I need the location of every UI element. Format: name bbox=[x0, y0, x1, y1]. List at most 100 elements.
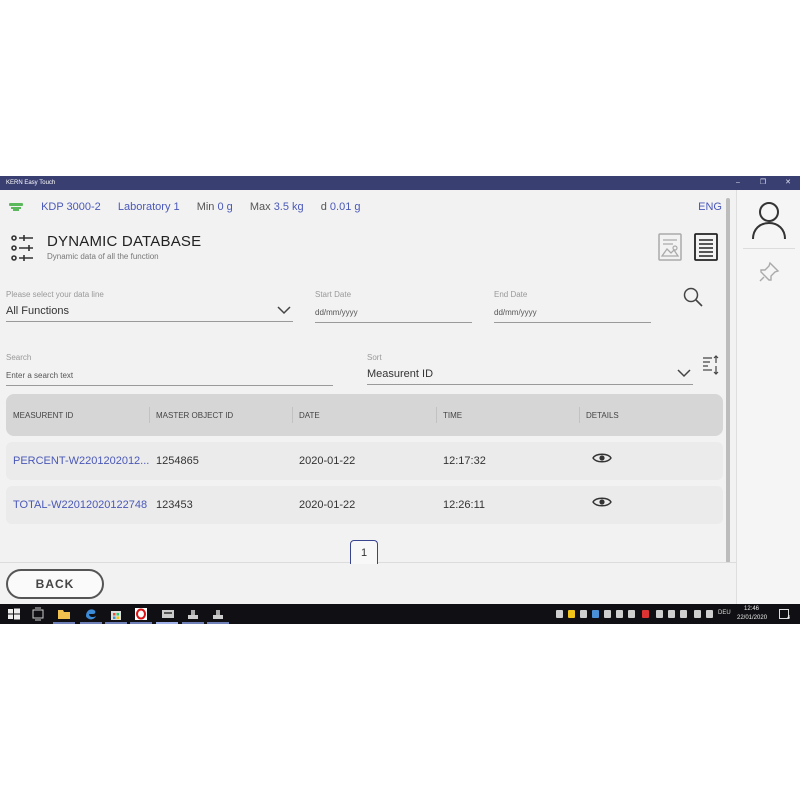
opera-icon[interactable] bbox=[134, 607, 148, 621]
device-name: KDP 3000-2 bbox=[41, 201, 101, 213]
right-side-panel bbox=[736, 190, 800, 604]
row-date: 2020-01-22 bbox=[299, 499, 356, 511]
taskbar-active-indicator bbox=[80, 622, 102, 624]
data-line-label: Please select your data line bbox=[6, 290, 104, 299]
taskbar-active-indicator bbox=[182, 622, 204, 624]
vertical-scrollbar[interactable] bbox=[726, 198, 730, 564]
taskbar-active-indicator bbox=[105, 622, 127, 624]
chart-view-icon[interactable] bbox=[658, 233, 682, 261]
title-bar: KERN Easy Touch – ❐ ✕ bbox=[0, 176, 800, 190]
sort-value: Measurent ID bbox=[367, 368, 434, 380]
column-header-master-object-id[interactable]: MASTER OBJECT ID bbox=[149, 394, 292, 436]
end-date-input[interactable]: dd/mm/yyyy bbox=[494, 308, 651, 323]
clock-time[interactable]: 12:46 bbox=[744, 606, 759, 612]
back-button[interactable]: BACK bbox=[6, 569, 104, 599]
master-object-id: 1254865 bbox=[156, 455, 199, 467]
taskbar-active-indicator bbox=[156, 622, 178, 624]
table-row[interactable]: PERCENT-W2201202012... 1254865 2020-01-2… bbox=[6, 442, 723, 480]
task-view-icon[interactable] bbox=[31, 607, 45, 621]
tray-icon[interactable] bbox=[628, 610, 635, 618]
page-header: DYNAMIC DATABASE Dynamic data of all the… bbox=[0, 224, 736, 274]
minimize-button[interactable]: – bbox=[727, 176, 749, 190]
clock-date[interactable]: 22/01/2020 bbox=[737, 615, 767, 621]
file-explorer-icon[interactable] bbox=[57, 607, 71, 621]
column-header-date[interactable]: DATE bbox=[292, 394, 436, 436]
pin-icon[interactable] bbox=[757, 260, 781, 284]
speaker-icon[interactable] bbox=[706, 610, 713, 618]
tray-icon[interactable] bbox=[604, 610, 611, 618]
start-date-field[interactable]: Start Date dd/mm/yyyy bbox=[315, 290, 472, 323]
scale-app-icon[interactable] bbox=[211, 607, 225, 621]
app-window: KERN Easy Touch – ❐ ✕ KDP 3000-2 Laborat… bbox=[0, 176, 800, 604]
taskbar-active-indicator bbox=[130, 622, 152, 624]
min-label: Min bbox=[196, 201, 215, 213]
database-icon bbox=[11, 235, 33, 261]
min-value: 0 g bbox=[217, 201, 233, 213]
close-button[interactable]: ✕ bbox=[777, 176, 799, 190]
max-label: Max bbox=[249, 201, 271, 213]
volume-icon[interactable] bbox=[694, 610, 701, 618]
search-field[interactable]: Search Enter a search text bbox=[6, 353, 333, 386]
end-date-field[interactable]: End Date dd/mm/yyyy bbox=[494, 290, 651, 323]
eye-icon[interactable] bbox=[592, 452, 612, 464]
page-1-button[interactable]: 1 bbox=[350, 540, 378, 564]
measurement-id-link[interactable]: TOTAL-W22012020122748 bbox=[6, 486, 149, 524]
page-subtitle: Dynamic data of all the function bbox=[47, 252, 159, 261]
start-date-label: Start Date bbox=[315, 290, 352, 299]
store-icon[interactable] bbox=[109, 607, 123, 621]
scale-app-icon[interactable] bbox=[186, 607, 200, 621]
sort-order-icon[interactable] bbox=[702, 354, 720, 376]
edge-browser-icon[interactable] bbox=[84, 607, 98, 621]
page-title: DYNAMIC DATABASE bbox=[47, 233, 202, 250]
max-value: 3.5 kg bbox=[273, 201, 304, 213]
windows-taskbar: DEU 12:46 22/01/2020 4 bbox=[0, 604, 800, 624]
language-selector[interactable]: ENG bbox=[698, 190, 722, 224]
tray-icon[interactable] bbox=[568, 610, 575, 618]
tray-icon[interactable] bbox=[592, 610, 599, 618]
row-time: 12:26:11 bbox=[443, 499, 486, 511]
d-value: 0.01 g bbox=[329, 201, 361, 213]
column-header-details: DETAILS bbox=[579, 394, 723, 436]
row-time: 12:17:32 bbox=[443, 455, 486, 467]
chevron-down-icon bbox=[677, 369, 691, 378]
column-header-measurement-id[interactable]: MEASURENT ID bbox=[6, 394, 149, 436]
search-icon[interactable] bbox=[682, 286, 704, 308]
panel-divider bbox=[743, 248, 795, 249]
windows-start-icon[interactable] bbox=[7, 607, 21, 621]
notification-icon[interactable]: 4 bbox=[779, 609, 790, 621]
data-line-select[interactable]: Please select your data line All Functio… bbox=[6, 290, 293, 322]
tray-icon[interactable] bbox=[580, 610, 587, 618]
tray-icon[interactable] bbox=[668, 610, 675, 618]
footer-bar bbox=[0, 562, 736, 604]
keyboard-language[interactable]: DEU bbox=[718, 610, 731, 616]
d-label: d bbox=[320, 201, 327, 213]
data-line-value: All Functions bbox=[6, 305, 69, 317]
master-object-id: 123453 bbox=[156, 499, 193, 511]
table-header: MEASURENT ID MASTER OBJECT ID DATE TIME … bbox=[6, 394, 723, 436]
column-header-time[interactable]: TIME bbox=[436, 394, 579, 436]
table-row[interactable]: TOTAL-W22012020122748 123453 2020-01-22 … bbox=[6, 486, 723, 524]
measurement-table: MEASURENT ID MASTER OBJECT ID DATE TIME … bbox=[6, 394, 723, 524]
balance-icon bbox=[8, 201, 27, 213]
start-date-input[interactable]: dd/mm/yyyy bbox=[315, 308, 472, 323]
row-date: 2020-01-22 bbox=[299, 455, 356, 467]
list-view-icon[interactable] bbox=[694, 233, 718, 261]
notification-count: 4 bbox=[787, 615, 790, 621]
wifi-icon[interactable] bbox=[680, 610, 687, 618]
sort-select[interactable]: Sort Measurent ID bbox=[367, 353, 693, 385]
eye-icon[interactable] bbox=[592, 496, 612, 508]
tray-icon[interactable] bbox=[556, 610, 563, 618]
user-icon[interactable] bbox=[751, 200, 787, 240]
search-input[interactable]: Enter a search text bbox=[6, 371, 333, 386]
measurement-id-link[interactable]: PERCENT-W2201202012... bbox=[6, 442, 149, 480]
scale-info-bar: KDP 3000-2 Laboratory 1 Min 0 g Max 3.5 … bbox=[0, 190, 736, 224]
chevron-down-icon bbox=[277, 306, 291, 315]
window-title: KERN Easy Touch bbox=[6, 180, 56, 186]
restore-button[interactable]: ❐ bbox=[752, 176, 774, 190]
tray-icon[interactable] bbox=[656, 610, 663, 618]
tray-icon[interactable] bbox=[642, 610, 649, 618]
tray-icon[interactable] bbox=[616, 610, 623, 618]
taskbar-active-indicator bbox=[207, 622, 229, 624]
end-date-label: End Date bbox=[494, 290, 528, 299]
kern-app-icon[interactable] bbox=[161, 607, 175, 621]
